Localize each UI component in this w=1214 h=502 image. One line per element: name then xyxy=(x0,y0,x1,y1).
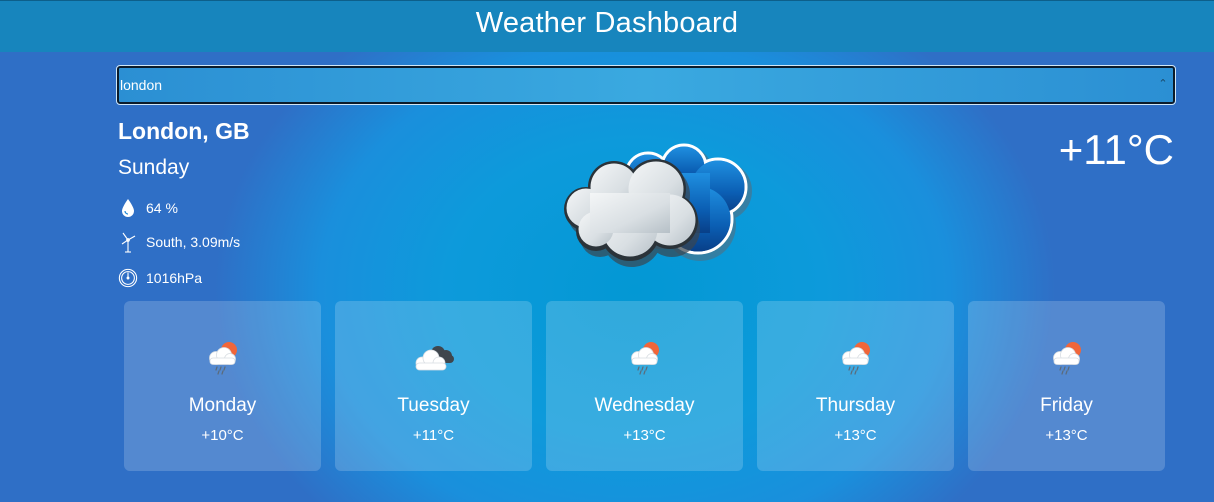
search-input[interactable] xyxy=(116,65,1176,105)
forecast-day: Tuesday xyxy=(397,395,470,416)
water-drop-icon xyxy=(118,197,138,219)
chevron-up-icon[interactable]: ⌃ xyxy=(1157,78,1169,90)
forecast-card[interactable]: Thursday +13°C xyxy=(757,301,954,471)
sun-cloud-rain-icon xyxy=(1045,337,1089,377)
forecast-temp: +13°C xyxy=(834,427,877,444)
forecast-temp: +10°C xyxy=(201,427,244,444)
wind-turbine-icon xyxy=(118,231,138,253)
wind-value: South, 3.09m/s xyxy=(146,234,241,250)
humidity-stat: 64 % xyxy=(118,197,178,219)
forecast-temp: +13°C xyxy=(623,427,666,444)
forecast-temp: +11°C xyxy=(412,427,455,444)
forecast-list: Monday +10°C Tuesday +11°C Wednesday +13… xyxy=(124,301,1165,471)
pressure-value: 1016hPa xyxy=(146,270,203,286)
humidity-value: 64 % xyxy=(146,200,178,216)
forecast-temp: +13°C xyxy=(1045,427,1088,444)
current-day: Sunday xyxy=(118,156,190,179)
pressure-stat: 1016hPa xyxy=(118,267,202,289)
city-name: London, GB xyxy=(118,118,250,144)
current-temperature: +11°C xyxy=(1058,126,1174,173)
cloudy-icon xyxy=(560,143,760,273)
dark-cloud-icon xyxy=(408,337,460,377)
forecast-card[interactable]: Monday +10°C xyxy=(124,301,321,471)
sun-cloud-rain-icon xyxy=(834,337,878,377)
search-bar: ⌃ xyxy=(116,65,1176,105)
forecast-day: Monday xyxy=(188,395,257,416)
sun-cloud-rain-icon xyxy=(201,337,245,377)
forecast-card[interactable]: Friday +13°C xyxy=(968,301,1165,471)
gauge-icon xyxy=(118,267,138,289)
app-header: Weather Dashboard xyxy=(0,0,1214,52)
sun-cloud-rain-icon xyxy=(623,337,667,377)
page-title: Weather Dashboard xyxy=(475,7,739,39)
forecast-day: Thursday xyxy=(815,395,896,416)
wind-stat: South, 3.09m/s xyxy=(118,231,240,253)
forecast-day: Friday xyxy=(1040,395,1093,416)
forecast-card[interactable]: Tuesday +11°C xyxy=(335,301,532,471)
forecast-day: Wednesday xyxy=(594,395,695,416)
forecast-card[interactable]: Wednesday +13°C xyxy=(546,301,743,471)
